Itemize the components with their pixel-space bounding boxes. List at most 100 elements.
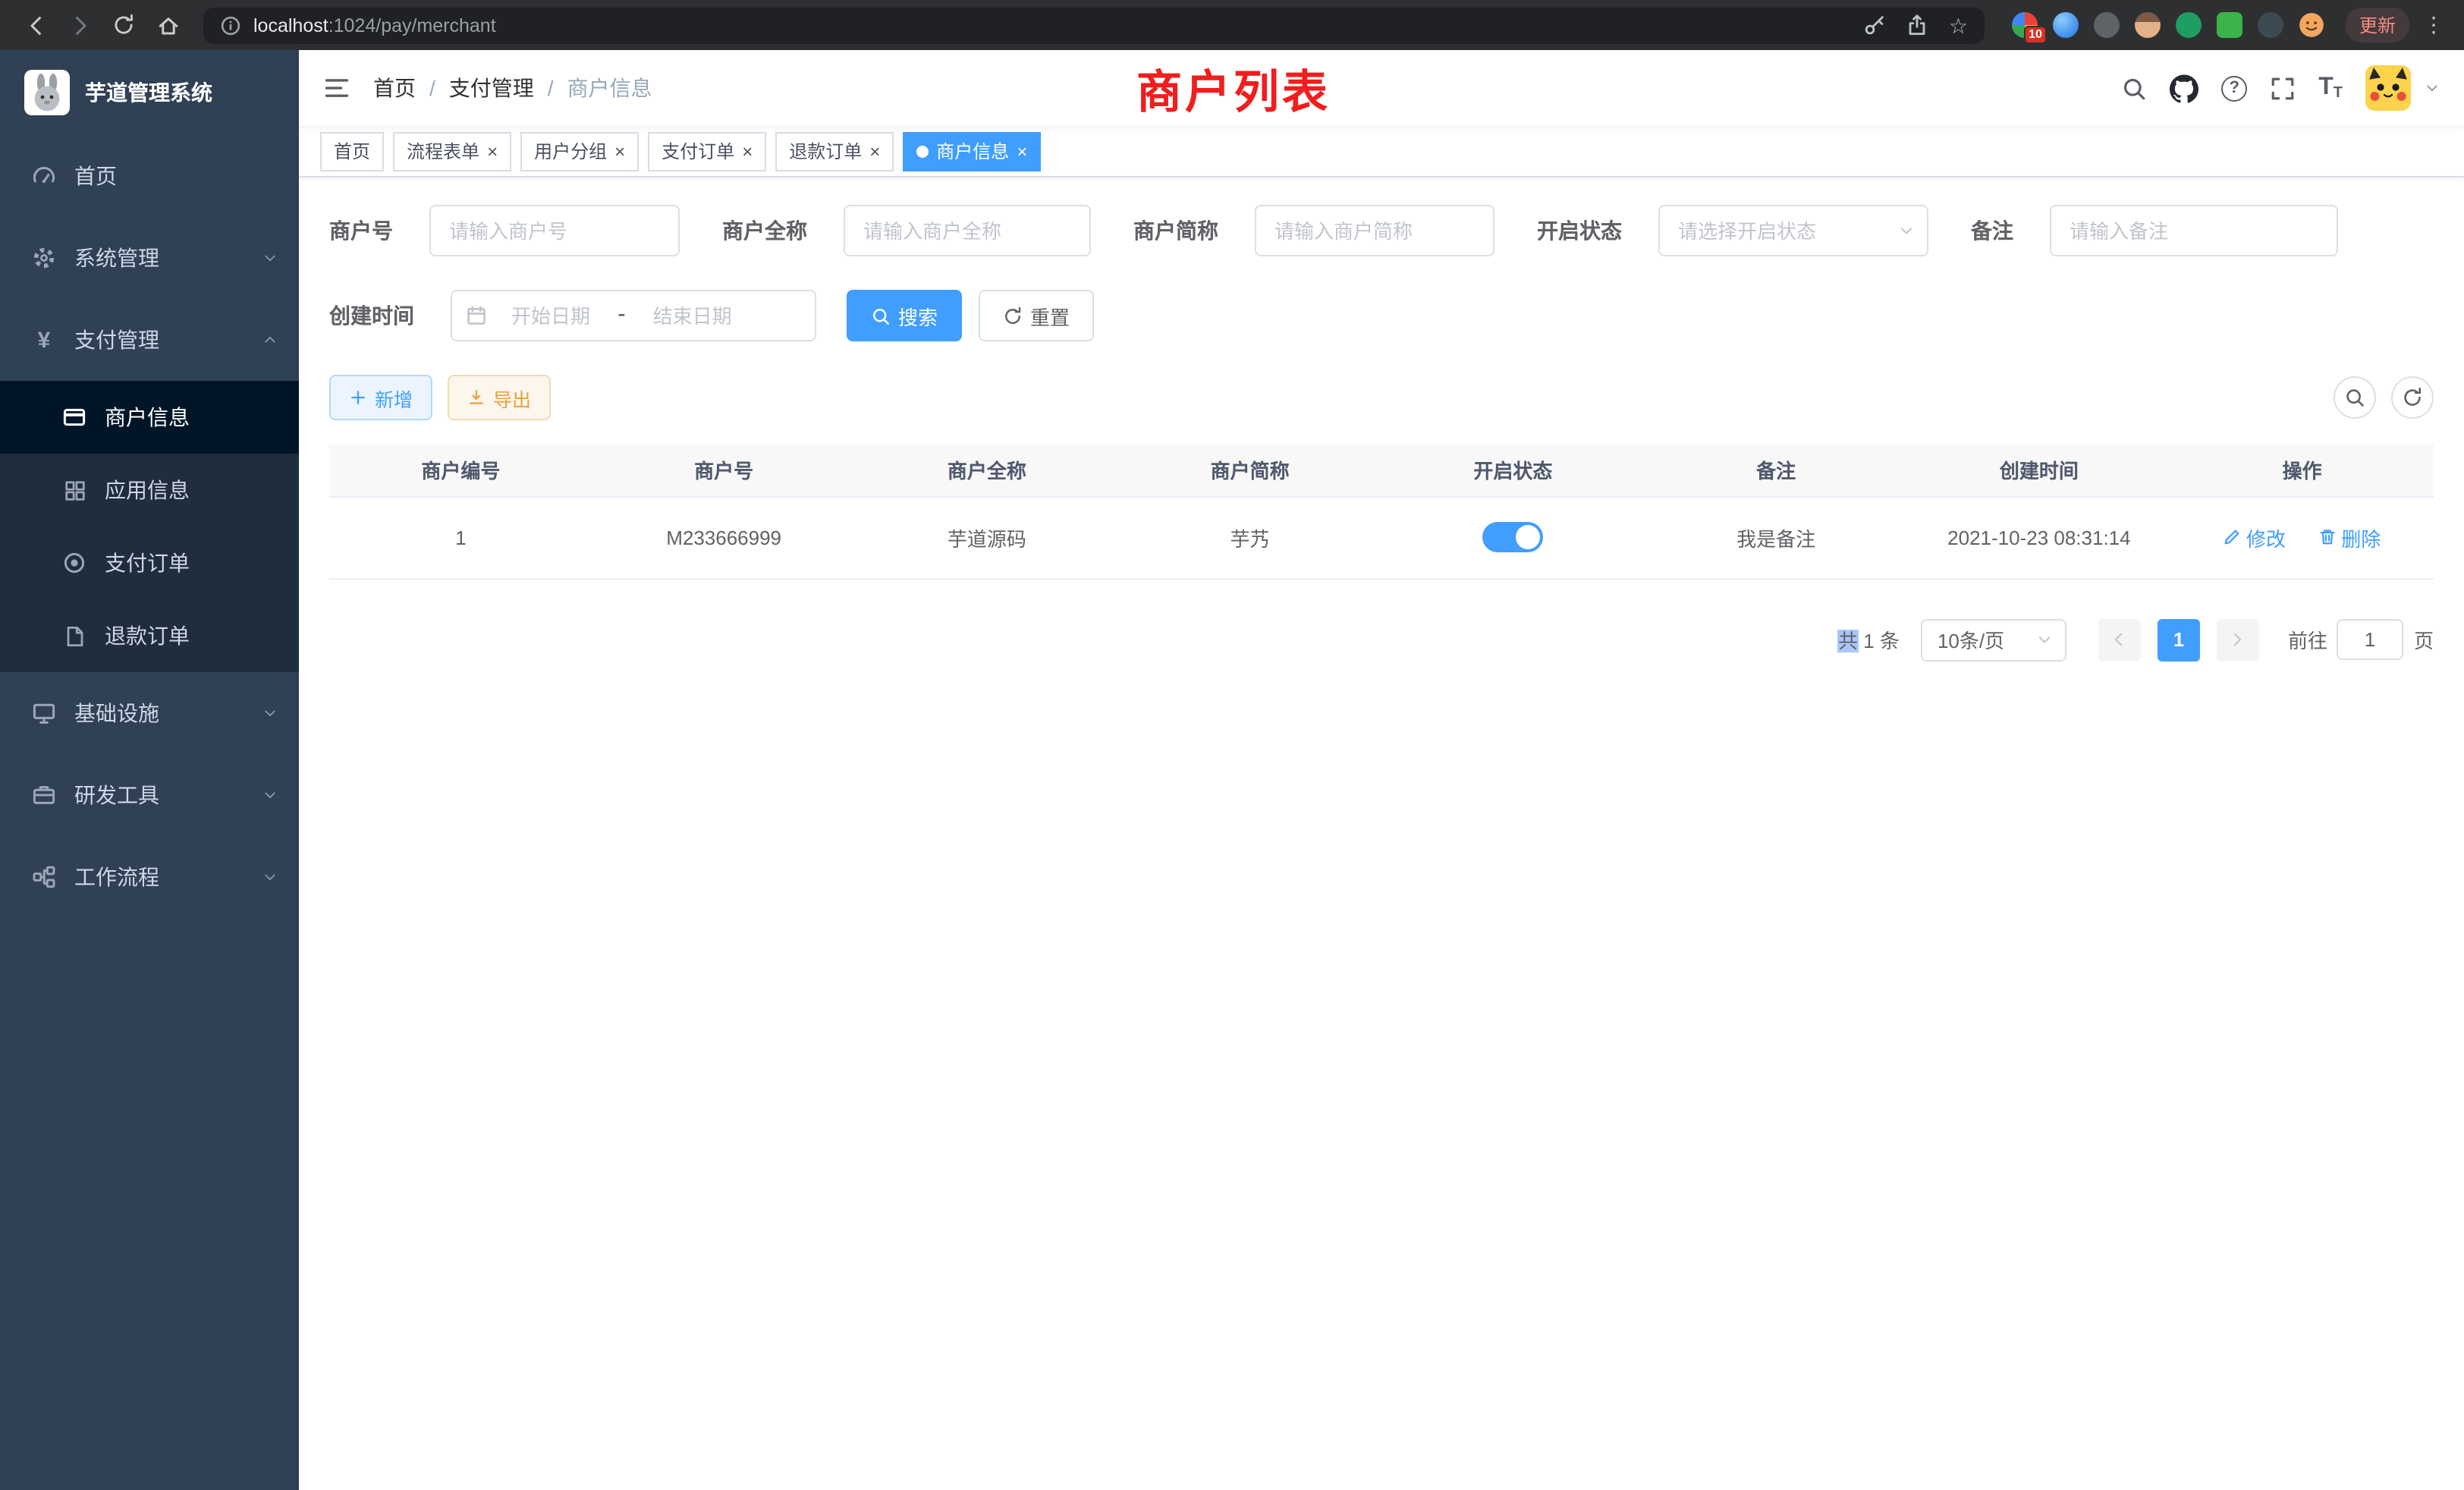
chevron-down-icon <box>262 869 278 885</box>
yen-icon: ¥ <box>30 327 58 353</box>
rabbit-logo-icon <box>24 70 70 115</box>
goto-page-input[interactable] <box>2337 619 2403 660</box>
cell-actions: 修改 删除 <box>2170 496 2434 578</box>
dark-extension-icon[interactable] <box>2094 12 2120 38</box>
share-icon[interactable] <box>1906 14 1929 36</box>
status-toggle[interactable] <box>1482 522 1543 552</box>
content: 商户号 商户全称 商户简称 开启状态 <box>299 178 2464 1490</box>
user-avatar[interactable] <box>2365 65 2411 111</box>
pin-extension-icon[interactable] <box>2258 12 2283 38</box>
forward-icon[interactable] <box>59 5 100 46</box>
start-date-input[interactable] <box>493 304 608 327</box>
breadcrumb-home[interactable]: 首页 <box>373 73 416 103</box>
adblock-extension-icon[interactable]: 10 <box>2012 12 2038 38</box>
close-icon[interactable]: × <box>742 142 753 160</box>
page-1-button[interactable]: 1 <box>2158 618 2200 661</box>
app-logo[interactable]: 芋道管理系统 <box>0 50 299 135</box>
add-button[interactable]: 新增 <box>329 375 432 420</box>
font-size-icon[interactable]: TT <box>2318 74 2343 102</box>
drop-extension-icon[interactable] <box>2053 12 2079 38</box>
notes-extension-icon[interactable] <box>2217 12 2242 38</box>
url-text: localhost:1024/pay/merchant <box>253 14 1864 36</box>
sidebar-item-infrastructure[interactable]: 基础设施 <box>0 672 299 754</box>
address-bar[interactable]: localhost:1024/pay/merchant ☆ <box>203 7 1985 43</box>
breadcrumb: 首页 / 支付管理 / 商户信息 <box>373 73 652 103</box>
smiley-extension-icon[interactable] <box>2299 12 2324 38</box>
create-time-range[interactable]: - <box>451 290 816 341</box>
credit-card-icon <box>61 405 88 429</box>
sidebar-item-refund-order[interactable]: 退款订单 <box>0 599 299 672</box>
tab-pay-order[interactable]: 支付订单× <box>648 131 766 171</box>
dashboard-icon <box>30 164 58 188</box>
avatar-caret-icon[interactable] <box>2425 80 2440 96</box>
close-icon[interactable]: × <box>869 142 880 160</box>
green-circle-extension-icon[interactable] <box>2176 12 2202 38</box>
tab-user-group[interactable]: 用户分组× <box>520 131 639 171</box>
chevron-up-icon <box>262 332 278 347</box>
col-actions: 操作 <box>2170 445 2434 496</box>
sidebar-item-pay-order[interactable]: 支付订单 <box>0 527 299 599</box>
main-area: 首页 / 支付管理 / 商户信息 商户列表 ? <box>299 50 2464 1490</box>
back-icon[interactable] <box>15 5 56 46</box>
bookmark-star-icon[interactable]: ☆ <box>1949 14 1968 36</box>
sidebar-item-home[interactable]: 首页 <box>0 135 299 217</box>
refresh-table-button[interactable] <box>2391 376 2434 419</box>
sidebar-item-payment[interactable]: ¥ 支付管理 <box>0 299 299 381</box>
sidebar-item-merchant-info[interactable]: 商户信息 <box>0 381 299 454</box>
end-date-input[interactable] <box>635 304 750 327</box>
omnibox-actions: ☆ <box>1864 14 1968 36</box>
avatar-extension-icon[interactable] <box>2135 12 2161 38</box>
filter-status: 开启状态 <box>1537 205 1928 256</box>
short-name-input[interactable] <box>1255 205 1494 256</box>
prev-page-button[interactable] <box>2098 618 2141 661</box>
tab-refund-order[interactable]: 退款订单× <box>775 131 894 171</box>
fullscreen-icon[interactable] <box>2270 75 2296 101</box>
export-button[interactable]: 导出 <box>448 375 551 420</box>
calendar-icon <box>466 305 487 326</box>
remark-input[interactable] <box>2050 205 2338 256</box>
page: localhost:1024/pay/merchant ☆ 10 <box>0 0 2464 1490</box>
password-key-icon[interactable] <box>1864 14 1887 36</box>
sidebar-item-workflow[interactable]: 工作流程 <box>0 836 299 918</box>
tab-process-form[interactable]: 流程表单× <box>393 131 511 171</box>
merchant-no-input[interactable] <box>429 205 680 256</box>
tab-home[interactable]: 首页 <box>320 131 384 171</box>
search-button[interactable]: 搜索 <box>847 290 962 341</box>
url-path: :1024/pay/merchant <box>328 14 496 36</box>
page-size-select[interactable]: 10条/页 <box>1921 618 2066 661</box>
close-icon[interactable]: × <box>487 142 498 160</box>
close-icon[interactable]: × <box>614 142 625 160</box>
home-icon[interactable] <box>147 5 188 46</box>
workflow-icon <box>30 865 58 889</box>
payment-submenu: 商户信息 应用信息 支付订单 <box>0 381 299 672</box>
browser-update-button[interactable]: 更新 <box>2346 8 2409 42</box>
browser-menu-icon[interactable]: ⋮ <box>2418 12 2449 38</box>
app-title: 芋道管理系统 <box>85 77 212 108</box>
col-short-name: 商户简称 <box>1118 445 1381 496</box>
full-name-input[interactable] <box>844 205 1091 256</box>
toggle-search-button[interactable] <box>2334 376 2376 419</box>
site-info-icon[interactable] <box>220 14 241 36</box>
tab-merchant-info[interactable]: 商户信息× <box>903 131 1041 171</box>
next-page-button[interactable] <box>2217 618 2259 661</box>
browser-chrome: localhost:1024/pay/merchant ☆ 10 <box>0 0 2464 50</box>
reset-button[interactable]: 重置 <box>979 290 1094 341</box>
cell-merchant-id: 1 <box>329 496 592 578</box>
sidebar-item-app-info[interactable]: 应用信息 <box>0 454 299 527</box>
sidebar-menu: 首页 系统管理 ¥ 支付管理 <box>0 135 299 918</box>
edit-link[interactable]: 修改 <box>2224 523 2286 552</box>
help-icon[interactable]: ? <box>2221 75 2247 101</box>
page-unit-label: 页 <box>2414 625 2434 654</box>
delete-link[interactable]: 删除 <box>2318 523 2381 552</box>
merchant-table: 商户编号 商户号 商户全称 商户简称 开启状态 备注 创建时间 操作 1 <box>329 445 2434 579</box>
filter-short-name: 商户简称 <box>1133 205 1494 256</box>
github-icon[interactable] <box>2170 74 2198 102</box>
sidebar-item-system[interactable]: 系统管理 <box>0 217 299 299</box>
search-icon[interactable] <box>2121 75 2147 101</box>
hamburger-icon[interactable] <box>323 74 350 102</box>
breadcrumb-payment[interactable]: 支付管理 <box>449 73 534 103</box>
status-select[interactable] <box>1658 205 1928 256</box>
close-icon[interactable]: × <box>1017 142 1027 160</box>
reload-icon[interactable] <box>103 5 144 46</box>
sidebar-item-dev-tools[interactable]: 研发工具 <box>0 754 299 836</box>
